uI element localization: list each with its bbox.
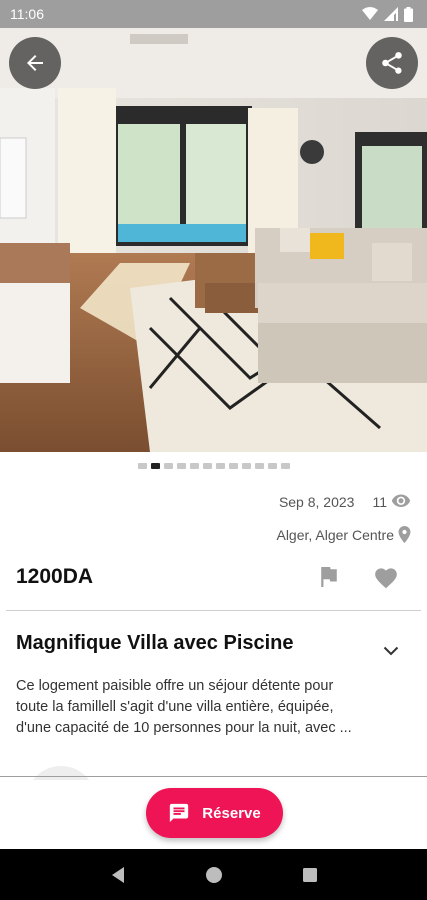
expand-description-button[interactable] xyxy=(380,640,402,662)
signal-icon xyxy=(384,7,398,21)
description-line: toute la famillell s'agit d'une villa en… xyxy=(16,699,334,715)
divider xyxy=(6,610,421,611)
host-section-partial xyxy=(16,766,416,780)
eye-icon xyxy=(391,494,411,507)
description-line: Ce logement paisible offre un séjour dét… xyxy=(16,678,334,694)
carousel-dot[interactable] xyxy=(254,463,264,469)
arrow-left-icon xyxy=(27,55,43,71)
reserve-label: Réserve xyxy=(202,804,261,822)
chat-icon xyxy=(170,803,189,823)
location-text: Alger, Alger Centre xyxy=(276,526,394,543)
location-row: Alger, Alger Centre xyxy=(276,526,411,543)
description-line: d'une capacité de 10 personnes pour la n… xyxy=(16,720,352,736)
carousel-dot[interactable] xyxy=(176,463,186,469)
avatar xyxy=(26,766,96,780)
nav-back-icon[interactable] xyxy=(110,866,126,884)
carousel-dot[interactable] xyxy=(189,463,199,469)
carousel-indicator[interactable] xyxy=(0,463,427,469)
nav-home-icon[interactable] xyxy=(205,866,223,884)
favorite-button[interactable] xyxy=(372,563,400,591)
listing-description: Ce logement paisible offre un séjour dét… xyxy=(16,676,412,739)
posted-date: Sep 8, 2023 xyxy=(278,494,355,510)
carousel-dot[interactable] xyxy=(241,463,251,469)
report-button[interactable] xyxy=(316,565,342,589)
location-pin-icon xyxy=(398,526,411,543)
carousel-dot[interactable] xyxy=(150,463,160,469)
status-time: 11:06 xyxy=(10,6,44,22)
battery-icon xyxy=(404,6,413,22)
bottom-sheet-edge xyxy=(0,776,427,777)
meta-row: Sep 8, 2023 11 xyxy=(279,494,411,510)
flag-icon xyxy=(321,567,337,587)
price: 1200DA xyxy=(16,565,94,588)
living-room-photo xyxy=(0,28,427,452)
view-count: 11 xyxy=(372,494,387,510)
heart-icon xyxy=(375,568,397,589)
nav-recents-icon[interactable] xyxy=(302,867,318,883)
carousel-dot[interactable] xyxy=(280,463,290,469)
chevron-down-icon xyxy=(383,646,399,656)
back-button[interactable] xyxy=(9,37,61,89)
carousel-dot[interactable] xyxy=(163,463,173,469)
reserve-button[interactable]: Réserve xyxy=(146,788,283,838)
wifi-icon xyxy=(362,7,378,20)
system-nav-bar xyxy=(0,849,427,900)
listing-photo[interactable] xyxy=(0,28,427,452)
status-bar: 11:06 xyxy=(0,0,427,28)
carousel-dot[interactable] xyxy=(228,463,238,469)
listing-title: Magnifique Villa avec Piscine xyxy=(16,632,294,654)
carousel-dot[interactable] xyxy=(202,463,212,469)
carousel-dot[interactable] xyxy=(267,463,277,469)
carousel-dot[interactable] xyxy=(215,463,225,469)
share-button[interactable] xyxy=(366,37,418,89)
share-icon xyxy=(382,52,402,74)
carousel-dot[interactable] xyxy=(137,463,147,469)
